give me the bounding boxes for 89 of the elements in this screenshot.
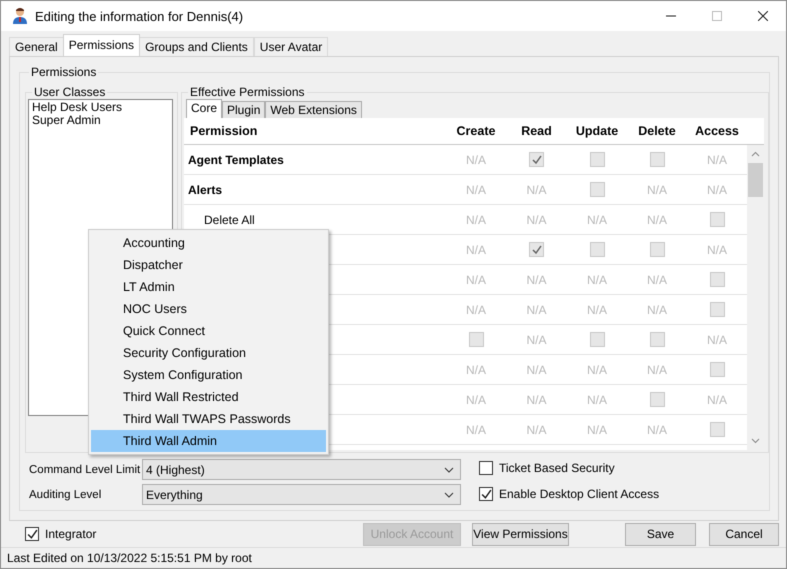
maximize-icon[interactable] (712, 11, 722, 21)
table-cell: N/A (586, 272, 607, 286)
table-cell: N/A (526, 422, 546, 436)
table-cell: N/A (466, 362, 486, 376)
chevron-down-icon (444, 466, 454, 472)
table-cell: N/A (646, 272, 667, 286)
group-title: Effective Permissions (189, 85, 306, 99)
column-header: Read (521, 124, 552, 138)
column-header: Update (576, 124, 618, 138)
table-cell: N/A (526, 332, 546, 346)
checkbox-label: Integrator (45, 527, 96, 541)
checkbox[interactable] (25, 527, 39, 541)
column-header: Delete (638, 124, 676, 138)
close-icon[interactable] (758, 11, 768, 21)
column-header: Access (695, 124, 739, 138)
table-cell: N/A (586, 212, 607, 226)
table-cell: N/A (646, 422, 667, 436)
table-cell: N/A (586, 392, 607, 406)
table-cell: N/A (526, 362, 546, 376)
table-cell: N/A (526, 182, 546, 196)
status-text: Last Edited on 10/13/2022 5:15:51 PM by root (1, 547, 786, 568)
table-cell: N/A (646, 212, 667, 226)
dropdown[interactable]: Everything (142, 484, 461, 505)
menu-item[interactable]: Third Wall TWAPS Passwords (91, 408, 326, 430)
table-cell: N/A (646, 182, 667, 196)
checkbox-label: Ticket Based Security (499, 461, 615, 475)
group-title: Permissions (30, 65, 98, 79)
permission-name: Delete All (203, 212, 255, 226)
table-cell: N/A (646, 362, 667, 376)
checkbox[interactable] (479, 461, 493, 475)
permission-name: Alerts (188, 182, 222, 196)
checkbox[interactable] (479, 487, 493, 501)
menu-item[interactable]: NOC Users (91, 298, 326, 320)
permission-name: Agent Templates (188, 152, 284, 166)
column-header: Permission (189, 124, 258, 138)
table-cell: N/A (466, 302, 486, 316)
menu-item[interactable]: Dispatcher (91, 254, 326, 276)
tab[interactable]: Groups and Clients (139, 37, 254, 56)
table-cell: N/A (526, 272, 546, 286)
table-cell: N/A (706, 332, 727, 346)
tab[interactable]: Core (186, 99, 222, 118)
table-cell: N/A (586, 302, 607, 316)
table-cell: N/A (526, 392, 546, 406)
field-label: Command Level Limit (28, 464, 142, 476)
menu-item[interactable]: Accounting (91, 232, 326, 254)
table-cell: N/A (526, 302, 546, 316)
button[interactable]: Save (625, 522, 696, 546)
column-header: Create (456, 124, 496, 138)
window-title: Editing the information for Dennis(4) (35, 8, 244, 24)
table-cell: N/A (466, 182, 486, 196)
menu-item[interactable]: LT Admin (91, 276, 326, 298)
menu-item[interactable]: Third Wall Restricted (91, 386, 326, 408)
table-cell: N/A (466, 422, 486, 436)
table-cell: N/A (586, 362, 607, 376)
scroll-up-icon[interactable] (751, 151, 760, 157)
menu-item[interactable]: Third Wall Admin (91, 430, 326, 452)
button[interactable]: View Permissions (472, 522, 569, 546)
table-cell: N/A (466, 272, 486, 286)
table-cell: N/A (466, 152, 486, 166)
list-item[interactable]: Help Desk Users (32, 101, 169, 114)
list-item[interactable]: Super Admin (32, 114, 169, 127)
tab[interactable]: Permissions (62, 34, 140, 56)
user-icon (11, 7, 29, 25)
table-cell: N/A (466, 392, 486, 406)
table-cell: N/A (586, 422, 607, 436)
scrollbar[interactable] (747, 145, 764, 450)
checkbox-label: Enable Desktop Client Access (499, 487, 660, 501)
table-cell: N/A (646, 302, 667, 316)
table-cell: N/A (706, 152, 727, 166)
field-label: Auditing Level (28, 488, 102, 500)
button[interactable]: Cancel (709, 522, 779, 546)
table-cell: N/A (706, 182, 727, 196)
chevron-down-icon (444, 492, 454, 498)
scroll-down-icon[interactable] (751, 438, 760, 444)
group-title: User Classes (33, 85, 106, 99)
table-cell: N/A (706, 242, 727, 256)
table-cell: N/A (706, 392, 727, 406)
tab[interactable]: General (9, 37, 64, 56)
dropdown[interactable]: 4 (Highest) (142, 459, 461, 480)
menu-item[interactable]: Security Configuration (91, 342, 326, 364)
tab[interactable]: Plugin (222, 101, 266, 118)
table-cell: N/A (466, 242, 486, 256)
tab[interactable]: User Avatar (254, 37, 328, 56)
scrollbar-thumb[interactable] (748, 163, 763, 197)
table-cell: N/A (526, 212, 546, 226)
menu-item[interactable]: System Configuration (91, 364, 326, 386)
menu-item[interactable]: Quick Connect (91, 320, 326, 342)
table-cell: N/A (466, 212, 486, 226)
tab[interactable]: Web Extensions (265, 101, 362, 118)
